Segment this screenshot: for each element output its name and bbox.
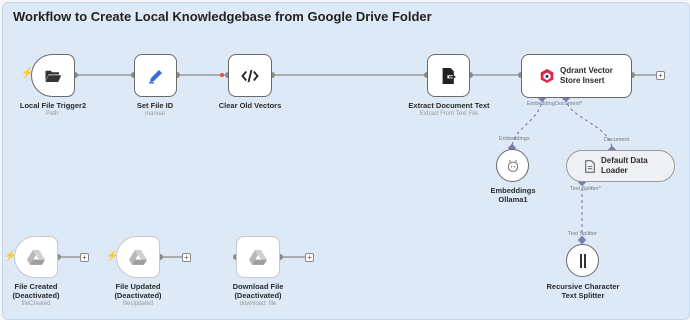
node-sublabel: manual bbox=[145, 111, 165, 117]
port-label-document: Document* bbox=[555, 101, 583, 107]
node-extract-document-text[interactable] bbox=[427, 54, 470, 97]
node-label: Local File Trigger2 bbox=[19, 101, 87, 110]
google-drive-icon bbox=[249, 249, 267, 265]
qdrant-icon bbox=[540, 69, 554, 83]
robot-icon bbox=[507, 159, 518, 172]
node-sublabel: download: file bbox=[239, 301, 277, 307]
node-label-line1: File Created bbox=[14, 282, 58, 291]
node-sublabel: Path: bbox=[45, 111, 60, 117]
node-title-line2: Loader bbox=[601, 166, 628, 175]
node-label-line2: (Deactivated) bbox=[114, 291, 162, 300]
node-sublabel: fileUpdated bbox=[122, 301, 154, 307]
node-file-created[interactable] bbox=[14, 236, 58, 278]
add-node-button[interactable]: + bbox=[656, 71, 665, 80]
code-icon bbox=[241, 69, 259, 82]
node-title-line1: Qdrant Vector bbox=[560, 66, 613, 75]
node-qdrant-vector-store-insert[interactable]: Qdrant Vector Store Insert bbox=[521, 54, 632, 98]
node-file-updated[interactable] bbox=[116, 236, 160, 278]
node-label-line1: Recursive Character bbox=[546, 282, 620, 291]
add-node-button[interactable]: + bbox=[305, 253, 314, 262]
google-drive-icon bbox=[129, 249, 147, 265]
node-label-line2: (Deactivated) bbox=[12, 291, 60, 300]
node-label: Set File ID bbox=[136, 101, 174, 110]
add-node-button[interactable]: + bbox=[182, 253, 191, 262]
node-download-file[interactable] bbox=[236, 236, 280, 278]
node-sublabel: fileCreated bbox=[21, 301, 51, 307]
node-title-line1: Default Data bbox=[601, 156, 648, 165]
node-label-line1: Embeddings bbox=[490, 186, 536, 195]
folder-open-icon bbox=[45, 70, 62, 82]
node-set-file-id[interactable] bbox=[134, 54, 177, 97]
port-label-document-in: Document bbox=[604, 137, 630, 143]
node-label: Clear Old Vectors bbox=[218, 101, 282, 110]
node-label: Extract Document Text bbox=[408, 101, 490, 110]
node-embeddings-ollama[interactable] bbox=[496, 149, 529, 182]
document-icon bbox=[585, 159, 595, 173]
port-label-text-splitter-out: Text Splitter* bbox=[570, 186, 601, 192]
node-label-line2: Ollama1 bbox=[498, 195, 528, 204]
port-splitter-in-diamond bbox=[577, 235, 587, 245]
pen-icon bbox=[148, 69, 162, 83]
port-label-embedding: Embedding bbox=[527, 101, 555, 107]
node-sublabel: Extract From Text File bbox=[419, 111, 479, 117]
node-label-line1: Download File bbox=[232, 282, 284, 291]
node-title-line2: Store Insert bbox=[560, 76, 605, 85]
port-label-embeddings: Embeddings bbox=[499, 136, 530, 142]
file-export-icon bbox=[442, 67, 456, 84]
node-recursive-text-splitter[interactable] bbox=[566, 244, 599, 277]
workflow-canvas[interactable]: Workflow to Create Local Knowledgebase f… bbox=[0, 0, 690, 320]
node-default-data-loader[interactable]: Default Data Loader bbox=[566, 150, 675, 182]
text-splitter-icon bbox=[579, 253, 586, 268]
arrow-marker bbox=[220, 73, 224, 77]
google-drive-icon bbox=[27, 249, 45, 265]
node-label-line2: (Deactivated) bbox=[234, 291, 282, 300]
node-label-line1: File Updated bbox=[115, 282, 161, 291]
add-node-button[interactable]: + bbox=[80, 253, 89, 262]
node-label-line2: Text Splitter bbox=[561, 291, 605, 300]
node-local-file-trigger[interactable] bbox=[31, 54, 75, 97]
port-label-text-splitter-in: Text Splitter bbox=[568, 231, 597, 237]
node-clear-old-vectors[interactable] bbox=[228, 54, 272, 97]
